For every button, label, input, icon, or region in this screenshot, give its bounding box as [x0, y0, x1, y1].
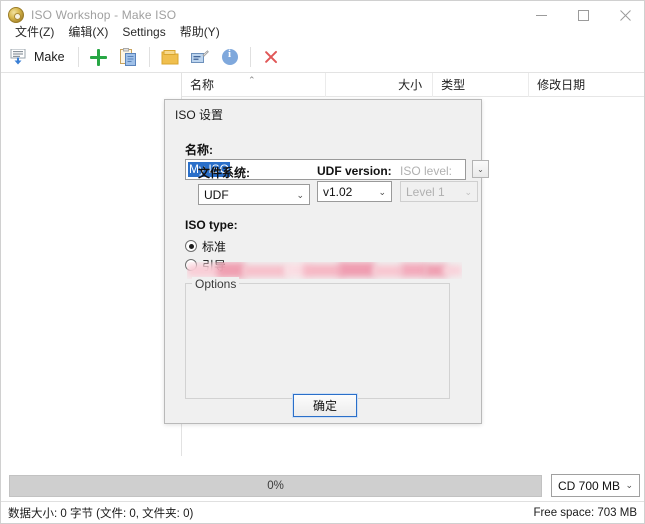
radio-iso-type-standard[interactable]: 标准	[185, 238, 226, 254]
menu-item-settings[interactable]: Settings	[115, 23, 172, 41]
menu-bar: 文件(Z) 编辑(X) Settings 帮助(Y)	[1, 23, 644, 41]
chevron-down-icon: ⌄	[296, 190, 304, 200]
chevron-down-icon: ⌄	[625, 480, 633, 490]
chevron-down-icon: ⌄	[477, 164, 484, 174]
udf-version-value: v1.02	[323, 184, 353, 199]
udf-version-combo[interactable]: v1.02 ⌄	[317, 181, 392, 202]
radio-label-standard: 标准	[202, 239, 227, 254]
paste-clipboard-icon	[120, 48, 137, 66]
menu-item-help[interactable]: 帮助(Y)	[173, 23, 227, 41]
dialog-body: 名称: My ISO ⌄ ISO type: 标准 引导 Options 文件系…	[165, 126, 489, 423]
iso-level-label: ISO level:	[400, 164, 453, 178]
folder-icon	[161, 49, 179, 65]
iso-level-value: Level 1	[406, 184, 445, 199]
rename-icon	[190, 50, 209, 64]
chevron-down-icon: ⌄	[378, 187, 386, 197]
column-header-size[interactable]: 大小	[326, 72, 434, 97]
rename-button[interactable]	[185, 43, 215, 72]
delete-x-icon	[263, 49, 279, 65]
disc-icon	[8, 7, 24, 23]
column-header-date[interactable]: 修改日期	[529, 73, 644, 97]
options-group-title: Options	[192, 277, 240, 291]
status-data-size: 数据大小: 0 字节 (文件: 0, 文件夹: 0)	[8, 507, 194, 520]
paste-button[interactable]	[114, 43, 144, 72]
window-title: ISO Workshop - Make ISO	[31, 8, 177, 22]
remove-button[interactable]	[256, 43, 286, 72]
status-bar: 数据大小: 0 字节 (文件: 0, 文件夹: 0) Free space: 7…	[1, 501, 644, 523]
make-iso-icon	[9, 48, 27, 66]
file-system-value: UDF	[204, 187, 229, 202]
radio-iso-type-bootable[interactable]: 引导	[185, 257, 226, 273]
udf-version-label: UDF version:	[317, 164, 392, 178]
dialog-title: ISO 设置	[175, 108, 224, 122]
ok-button[interactable]: 确定	[292, 393, 358, 418]
iso-type-label: ISO type:	[185, 218, 238, 232]
media-size-value: CD 700 MB	[558, 478, 621, 493]
add-button[interactable]	[84, 43, 114, 72]
progress-percent-label: 0%	[267, 480, 284, 492]
make-iso-button[interactable]: Make	[3, 43, 73, 72]
field-iso-level: ISO level: Level 1 ⌄	[400, 164, 478, 202]
file-system-combo[interactable]: UDF ⌄	[198, 184, 310, 205]
iso-settings-dialog: ISO 设置 名称: My ISO ⌄ ISO type: 标准 引导 Opti…	[164, 99, 489, 424]
media-size-combo[interactable]: CD 700 MB ⌄	[551, 474, 640, 497]
menu-item-file[interactable]: 文件(Z)	[8, 23, 61, 41]
column-header-name[interactable]: 名称 ⌃	[182, 72, 326, 97]
make-label: Make	[34, 50, 65, 64]
iso-level-combo: Level 1 ⌄	[400, 181, 478, 202]
field-udf-version: UDF version: v1.02 ⌄	[317, 164, 392, 202]
info-icon	[221, 48, 238, 65]
status-free-space: Free space: 703 MB	[533, 506, 637, 519]
toolbar-divider-1	[77, 47, 79, 67]
toolbar-divider-2	[148, 47, 150, 67]
sort-ascending-icon: ⌃	[248, 74, 256, 85]
column-header-type[interactable]: 类型	[433, 72, 530, 97]
radio-indicator-bootable	[185, 259, 197, 271]
application-window: ISO Workshop - Make ISO 文件(Z) 编辑(X) Sett…	[0, 0, 645, 524]
progress-bar: 0%	[9, 475, 542, 497]
menu-item-edit[interactable]: 编辑(X)	[61, 23, 115, 41]
plus-icon	[90, 48, 108, 66]
file-system-label: 文件系统:	[198, 166, 250, 180]
info-button[interactable]	[215, 43, 245, 72]
radio-label-bootable: 引导	[202, 258, 227, 273]
name-label: 名称:	[185, 143, 213, 157]
chevron-down-icon: ⌄	[464, 187, 472, 197]
radio-indicator-standard	[185, 240, 197, 252]
toolbar: Make	[1, 42, 644, 73]
options-group-box	[185, 283, 450, 399]
toolbar-divider-3	[249, 47, 251, 67]
column-label-name: 名称	[190, 77, 215, 92]
field-file-system: 文件系统: UDF ⌄	[198, 164, 310, 205]
file-list-column-header: 名称 ⌃ 大小 类型 修改日期	[182, 72, 644, 97]
new-folder-button[interactable]	[155, 43, 185, 72]
